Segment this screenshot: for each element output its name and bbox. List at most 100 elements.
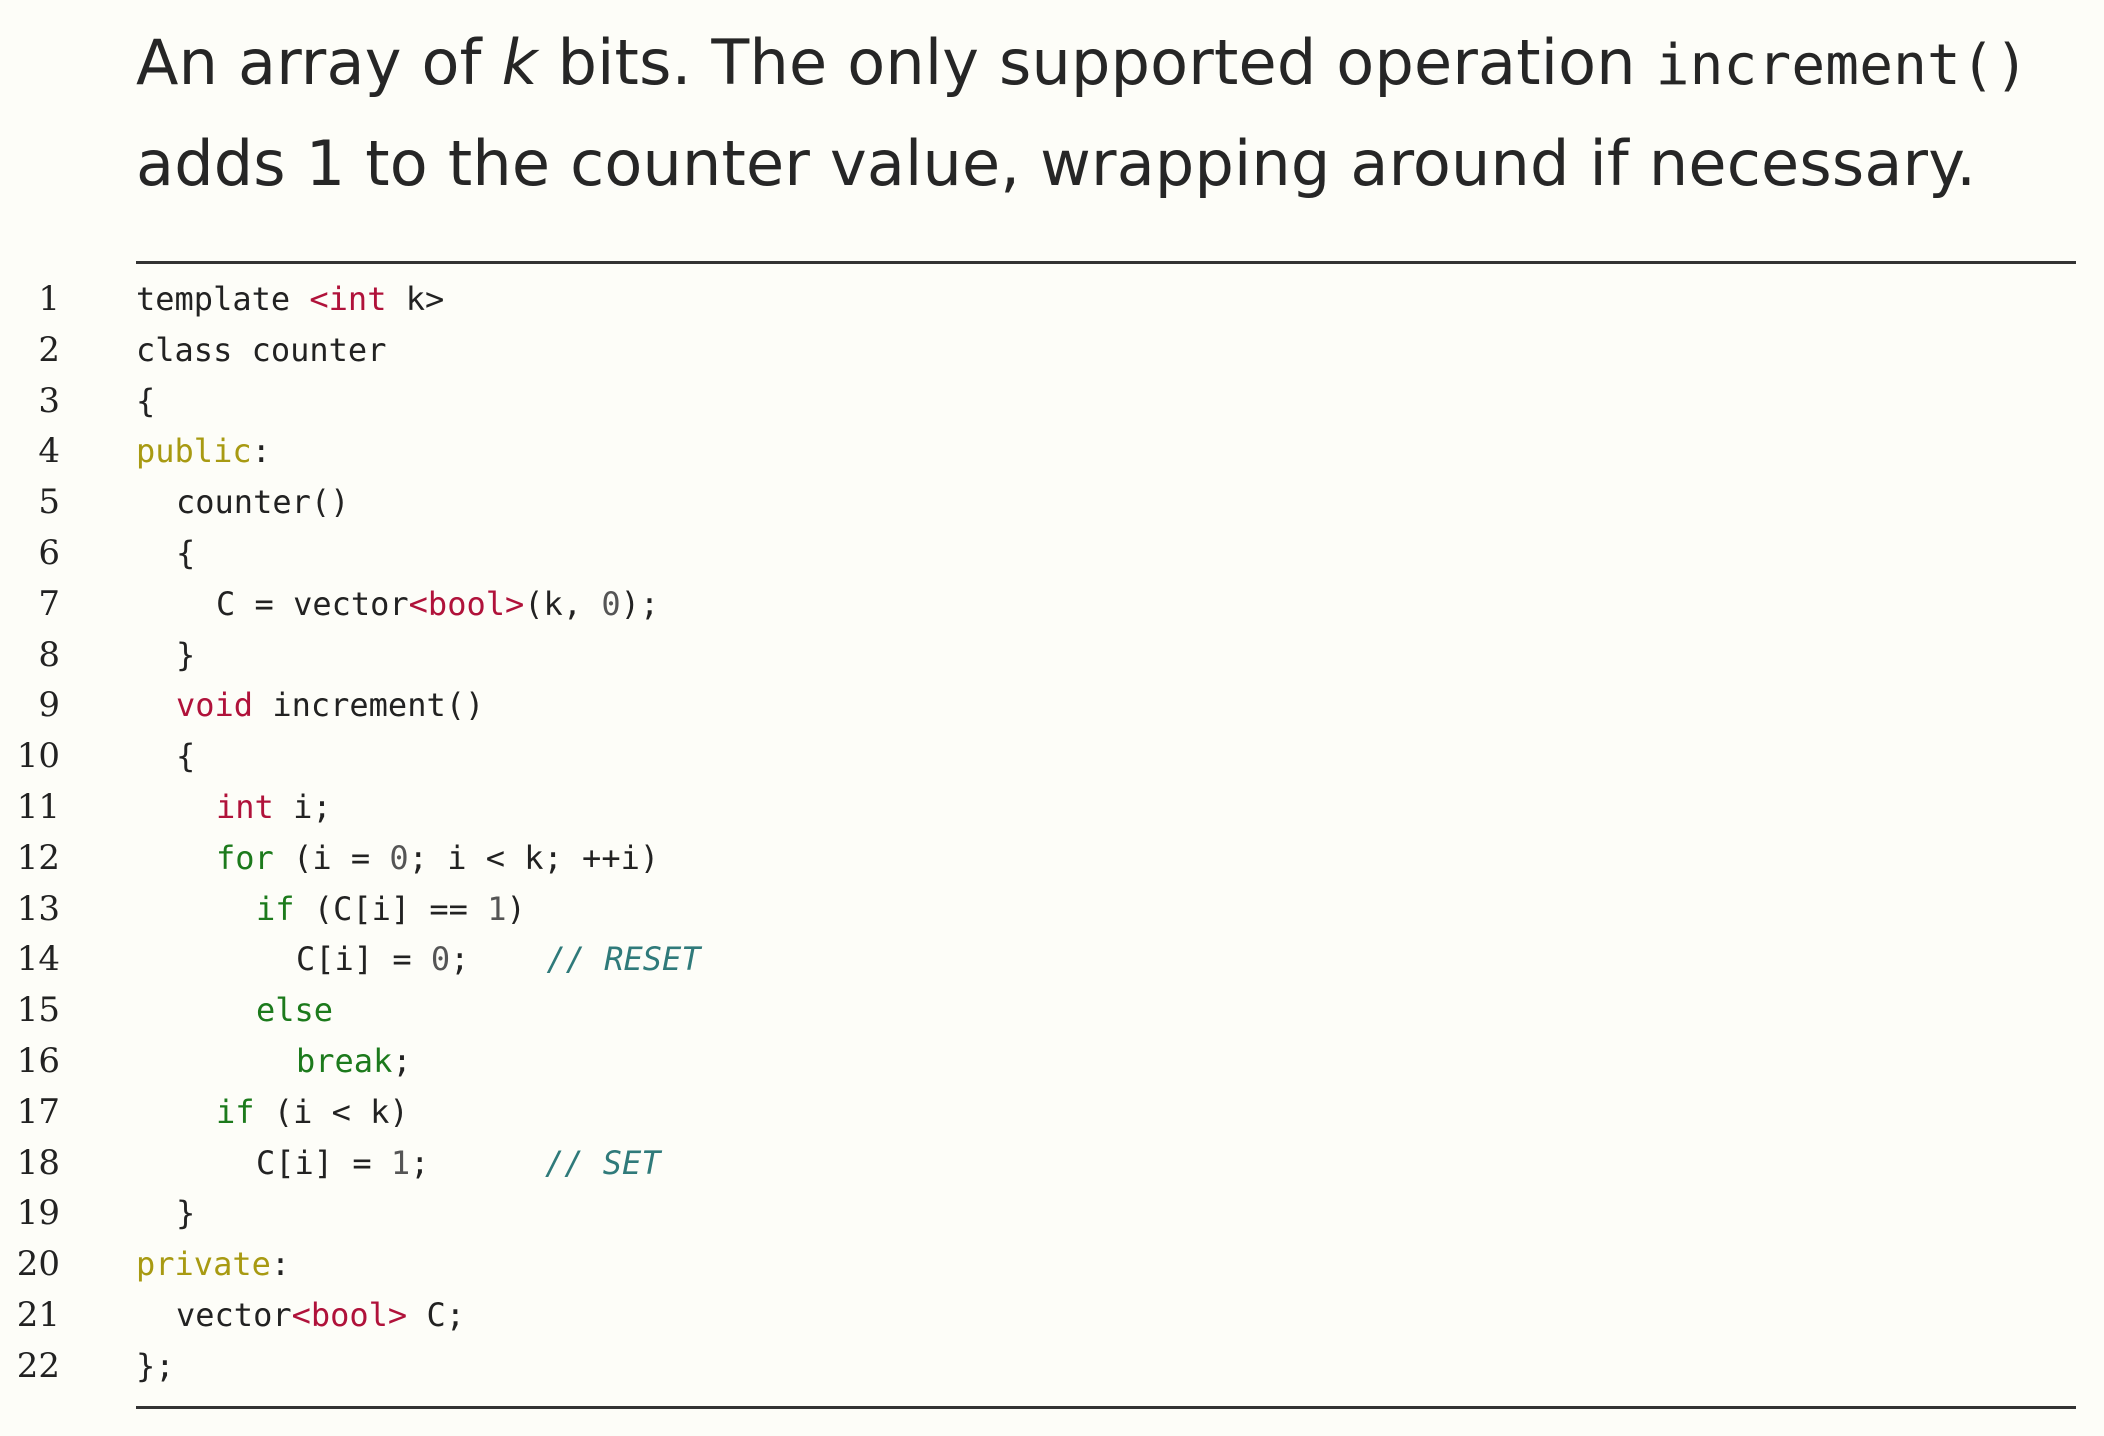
code-text: break; xyxy=(296,1036,412,1087)
intro-text-3: adds 1 to the counter value, wrapping ar… xyxy=(136,127,1977,200)
code-line: 10 { xyxy=(0,731,2104,782)
bottom-rule xyxy=(136,1406,2076,1409)
code-line: 12 for (i = 0; i < k; ++i) xyxy=(0,833,2104,884)
code-token-type: void xyxy=(176,686,254,725)
line-number: 3 xyxy=(38,380,60,421)
code-line: 20 private: xyxy=(0,1239,2104,1290)
line-number: 8 xyxy=(38,634,60,675)
code-text: }; xyxy=(136,1341,175,1392)
code-line: 1 template <int k> xyxy=(0,274,2104,325)
code-token-acc: public xyxy=(136,432,252,471)
code-token-acc: private xyxy=(136,1245,271,1284)
code-text: } xyxy=(176,1188,195,1239)
code-token-type: <bool> xyxy=(408,584,525,623)
code-text: counter() xyxy=(176,477,349,528)
code-text: { xyxy=(136,376,155,427)
code-token-plain: ) xyxy=(506,889,526,928)
code-text: C[i] = 0; // RESET xyxy=(296,934,701,985)
code-text: if (i < k) xyxy=(216,1087,409,1138)
code-token-num: 0 xyxy=(389,838,409,877)
code-token-plain: } xyxy=(176,1194,196,1233)
code-token-num: 0 xyxy=(430,940,451,979)
code-line: 19} xyxy=(0,1188,2104,1239)
line-number: 5 xyxy=(38,482,60,523)
code-line: 17 if (i < k) xyxy=(0,1087,2104,1138)
code-line: 8} xyxy=(0,630,2104,681)
code-token-plain: C = vector xyxy=(216,584,409,623)
code-text: vector<bool> C; xyxy=(176,1290,465,1341)
code-token-plain: class counter xyxy=(136,330,387,369)
line-number: 20 xyxy=(16,1244,60,1285)
code-token-plain: k> xyxy=(386,280,445,318)
code-text: class counter xyxy=(136,325,386,376)
code-token-plain: increment() xyxy=(253,686,485,725)
code-token-num: 1 xyxy=(487,889,507,928)
code-text: void increment() xyxy=(176,680,484,731)
code-token-plain: C[i] = xyxy=(256,1143,391,1182)
code-line: 15 else xyxy=(0,985,2104,1036)
code-token-plain: (C[i] == xyxy=(294,889,488,928)
code-text: public: xyxy=(136,426,271,477)
code-token-num: 0 xyxy=(601,584,621,623)
intro-function-name: increment() xyxy=(1655,33,2029,98)
code-token-plain: { xyxy=(136,381,156,420)
code-line: 2 class counter xyxy=(0,325,2104,376)
code-token-plain: : xyxy=(270,1245,291,1284)
code-text: else xyxy=(256,985,333,1036)
line-number: 13 xyxy=(16,888,60,929)
code-token-plain: (i < k) xyxy=(254,1092,409,1131)
line-number: 9 xyxy=(38,685,60,726)
line-number: 22 xyxy=(16,1345,60,1386)
code-text: C[i] = 1; // SET xyxy=(256,1138,661,1189)
code-text: int i; xyxy=(216,782,332,833)
line-number: 12 xyxy=(16,837,60,878)
line-number: 7 xyxy=(38,583,60,624)
intro-text-2: bits. The only supported operation xyxy=(537,26,1656,99)
line-number: 16 xyxy=(16,1040,60,1081)
code-token-cmt: // RESET xyxy=(546,940,701,979)
code-token-ctrl: for xyxy=(216,838,274,877)
code-token-plain: ; xyxy=(450,940,547,979)
code-line: 18 C[i] = 1; // SET xyxy=(0,1138,2104,1189)
code-token-plain: } xyxy=(176,635,196,674)
code-line: 3{ xyxy=(0,376,2104,427)
code-token-plain: i; xyxy=(273,787,332,826)
code-token-type: <int xyxy=(309,280,387,318)
code-token-plain: ; xyxy=(392,1041,412,1080)
code-token-plain: vector xyxy=(176,1295,292,1334)
code-text: private: xyxy=(136,1239,290,1290)
line-number: 14 xyxy=(16,939,60,980)
line-number: 19 xyxy=(16,1193,60,1234)
code-text: if (C[i] == 1) xyxy=(256,884,526,935)
code-token-type: <bool> xyxy=(291,1295,408,1334)
code-token-plain: ; xyxy=(410,1143,545,1182)
code-token-ctrl: else xyxy=(256,991,334,1030)
code-line: 9 void increment() xyxy=(0,680,2104,731)
line-number: 17 xyxy=(16,1091,60,1132)
code-text: for (i = 0; i < k; ++i) xyxy=(216,833,659,884)
line-number: 4 xyxy=(38,431,60,472)
code-line: 7 C = vector<bool>(k, 0); xyxy=(0,579,2104,630)
code-text: C = vector<bool>(k, 0); xyxy=(216,579,659,630)
code-line: 4 public: xyxy=(0,426,2104,477)
code-token-ctrl: if xyxy=(216,1092,255,1131)
code-text: } xyxy=(176,630,195,681)
line-number: 6 xyxy=(38,532,60,573)
code-text: { xyxy=(176,731,195,782)
code-line: 5 counter() xyxy=(0,477,2104,528)
code-token-cmt: // SET xyxy=(544,1143,661,1182)
line-number: 10 xyxy=(16,736,60,777)
code-text: { xyxy=(176,528,195,579)
top-rule xyxy=(136,261,2076,264)
code-listing: 1 template <int k> 2 class counter 3{4 public… xyxy=(0,274,2104,1392)
line-number: 21 xyxy=(16,1294,60,1335)
intro-text-1: An array of xyxy=(136,26,502,99)
intro-paragraph: An array of k bits. The only supported o… xyxy=(136,14,2056,213)
code-token-plain: C; xyxy=(407,1295,465,1334)
code-token-plain: (k, xyxy=(524,584,602,623)
line-number: 11 xyxy=(16,786,60,827)
code-line: 16 break; xyxy=(0,1036,2104,1087)
code-line: 21 vector<bool> C; xyxy=(0,1290,2104,1341)
code-line: 13 if (C[i] == 1) xyxy=(0,884,2104,935)
line-number: 18 xyxy=(16,1142,60,1183)
